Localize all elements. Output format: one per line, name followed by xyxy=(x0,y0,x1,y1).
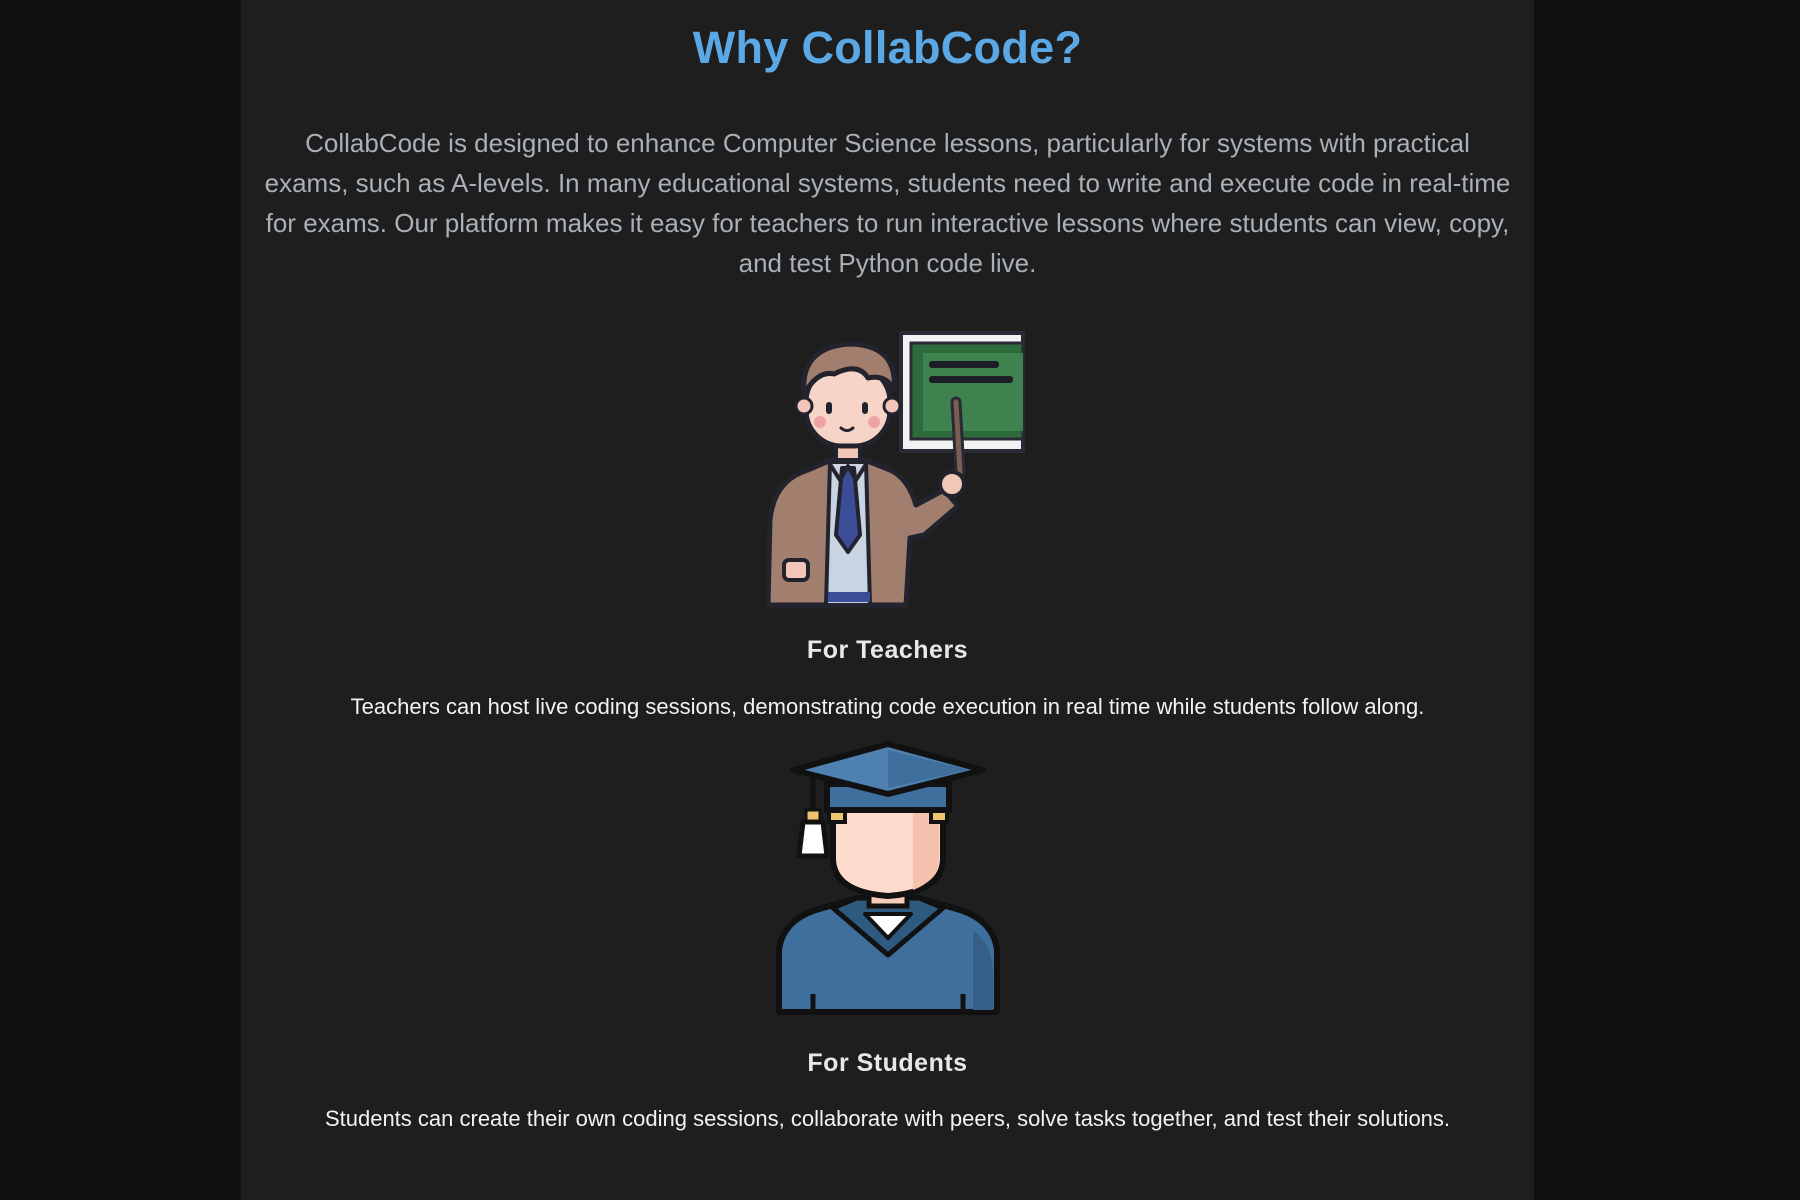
content-panel: Why CollabCode? CollabCode is designed t… xyxy=(241,0,1534,1200)
students-section-title: For Students xyxy=(807,1049,968,1077)
student-illustration-icon xyxy=(775,741,1000,1015)
students-description: Students can create their own coding ses… xyxy=(324,1106,1451,1131)
page: Why CollabCode? CollabCode is designed t… xyxy=(0,0,1800,1200)
intro-paragraph: CollabCode is designed to enhance Comput… xyxy=(264,128,1511,278)
teacher-illustration-icon xyxy=(765,331,1025,608)
teachers-section-title: For Teachers xyxy=(806,636,969,664)
teachers-description: Teachers can host live coding sessions, … xyxy=(350,694,1425,719)
page-title: Why CollabCode? xyxy=(692,22,1083,73)
